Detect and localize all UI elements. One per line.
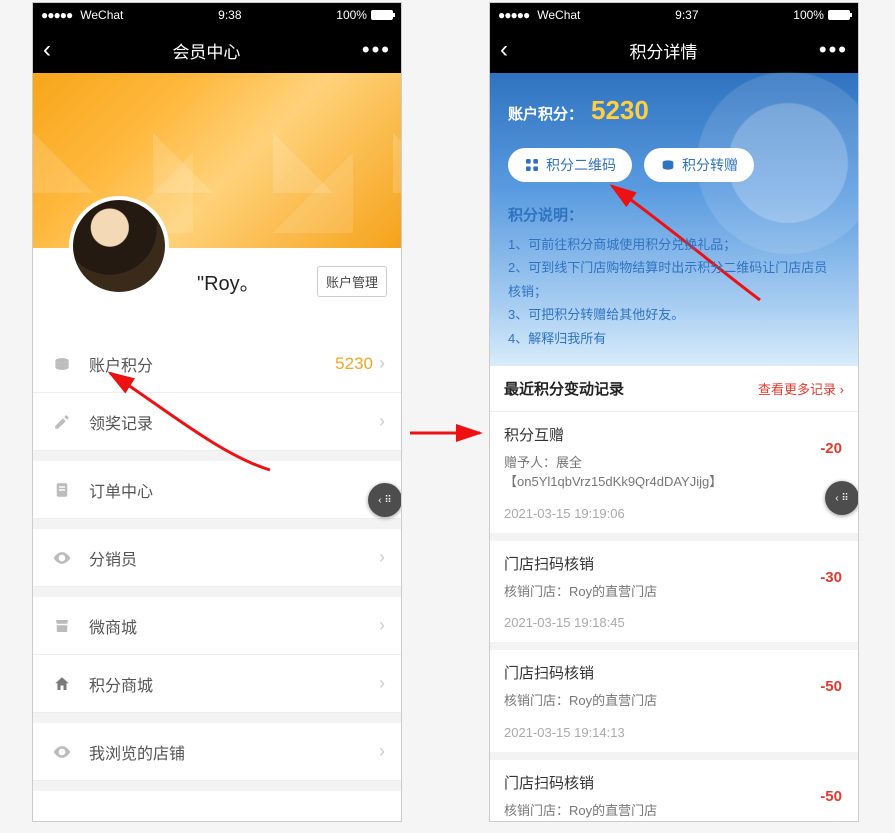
menu-label: 账户积分 (89, 352, 335, 376)
record-time: 2021-03-15 19:19:06 (504, 506, 844, 521)
avatar[interactable] (69, 196, 169, 296)
annotation-arrow (408, 423, 488, 448)
record-sub: 赠予人：展全【on5Yl1qbVrz15dKk9Qr4dDAYJijg】 (504, 453, 784, 492)
records-title: 最近积分变动记录 (504, 378, 624, 399)
record-item[interactable]: 门店扫码核销 核销门店：Roy的直营门店 2021-03-15 19:14:13… (490, 650, 858, 760)
menu-label: 积分商城 (89, 672, 379, 696)
record-title: 门店扫码核销 (504, 772, 844, 793)
back-icon[interactable]: ‹ (43, 38, 51, 62)
menu-item-awards[interactable]: 领奖记录 › (33, 393, 401, 451)
points-gift-button[interactable]: 积分转赠 (644, 148, 754, 182)
status-bar: ●●●●● WeChat 9:37 100% (490, 3, 858, 27)
records-header: 最近积分变动记录 查看更多记录 › (490, 366, 858, 412)
menu-label: 订单中心 (89, 478, 379, 502)
record-sub: 核销门店：Roy的直营门店 (504, 582, 784, 602)
record-item[interactable]: 积分互赠 赠予人：展全【on5Yl1qbVrz15dKk9Qr4dDAYJijg… (490, 412, 858, 541)
coin-icon (51, 353, 73, 375)
menu-item-orders[interactable]: 订单中心 › (33, 461, 401, 519)
signal-dots-icon: ●●●●● (498, 8, 529, 22)
points-detail-screen: ●●●●● WeChat 9:37 100% ‹ 积分详情 ••• 账户积分： … (489, 2, 859, 822)
chevron-right-icon: › (379, 547, 385, 568)
member-center-screen: ●●●●● WeChat 9:38 100% ‹ 会员中心 ••• "Roy。 … (32, 2, 402, 822)
eye-icon (51, 547, 73, 569)
carrier-label: WeChat (537, 8, 580, 22)
document-icon (51, 479, 73, 501)
coin-icon (660, 157, 676, 173)
explain-item: 2、可到线下门店购物结算时出示积分二维码让门店店员核销； (508, 256, 840, 303)
floating-apps-button[interactable]: ‹ ⠿ (368, 483, 402, 517)
points-qr-button[interactable]: 积分二维码 (508, 148, 632, 182)
menu-item-browsed-shops[interactable]: 我浏览的店铺 › (33, 723, 401, 781)
explain-list: 1、可前往积分商城使用积分兑换礼品； 2、可到线下门店购物结算时出示积分二维码让… (508, 233, 840, 350)
qr-icon (524, 157, 540, 173)
clock-label: 9:38 (218, 8, 241, 22)
eye-icon (51, 741, 73, 763)
menu-label: 分销员 (89, 546, 379, 570)
page-title: 会员中心 (172, 38, 240, 63)
hero-banner (33, 73, 401, 248)
pencil-icon (51, 411, 73, 433)
username-label: "Roy。 (197, 267, 260, 296)
menu-item-distributor[interactable]: 分销员 › (33, 529, 401, 587)
explain-item: 1、可前往积分商城使用积分兑换礼品； (508, 233, 840, 256)
record-title: 门店扫码核销 (504, 662, 844, 683)
record-amount: -30 (820, 569, 842, 586)
menu-label: 领奖记录 (89, 410, 379, 434)
record-sub: 核销门店：Roy的直营门店 (504, 691, 784, 711)
record-amount: -50 (820, 788, 842, 805)
menu-list: 账户积分 5230 › 领奖记录 › 订单中心 › 分销员 › 微商城 › (33, 335, 401, 791)
record-time: 2021-03-15 19:18:45 (504, 615, 844, 630)
points-value: 5230 (591, 95, 649, 126)
signal-dots-icon: ●●●●● (41, 8, 72, 22)
clock-label: 9:37 (675, 8, 698, 22)
page-title: 积分详情 (629, 38, 697, 63)
chevron-right-icon: › (379, 741, 385, 762)
title-bar: ‹ 会员中心 ••• (33, 27, 401, 73)
shop-icon (51, 615, 73, 637)
pill-label: 积分转赠 (682, 155, 738, 175)
record-item[interactable]: 门店扫码核销 核销门店：Roy的直营门店 -50 (490, 760, 858, 822)
more-records-link[interactable]: 查看更多记录 › (758, 379, 844, 398)
record-amount: -50 (820, 678, 842, 695)
menu-item-points-mall[interactable]: 积分商城 › (33, 655, 401, 713)
menu-label: 微商城 (89, 614, 379, 638)
menu-item-points[interactable]: 账户积分 5230 › (33, 335, 401, 393)
explain-item: 4、解释归我所有 (508, 327, 840, 350)
home-icon (51, 673, 73, 695)
menu-value: 5230 (335, 354, 373, 374)
menu-item-microshop[interactable]: 微商城 › (33, 597, 401, 655)
pill-label: 积分二维码 (546, 155, 616, 175)
status-bar: ●●●●● WeChat 9:38 100% (33, 3, 401, 27)
carrier-label: WeChat (80, 8, 123, 22)
record-item[interactable]: 门店扫码核销 核销门店：Roy的直营门店 2021-03-15 19:18:45… (490, 541, 858, 651)
battery-percent: 100% (336, 8, 367, 22)
account-manage-button[interactable]: 账户管理 (317, 266, 387, 297)
chevron-right-icon: › (379, 411, 385, 432)
chevron-right-icon: › (379, 353, 385, 374)
chevron-right-icon: › (379, 615, 385, 636)
record-title: 门店扫码核销 (504, 553, 844, 574)
menu-label: 我浏览的店铺 (89, 740, 379, 764)
battery-icon (828, 10, 850, 20)
record-time: 2021-03-15 19:14:13 (504, 725, 844, 740)
more-icon[interactable]: ••• (362, 37, 391, 63)
record-sub: 核销门店：Roy的直营门店 (504, 801, 784, 821)
record-title: 积分互赠 (504, 424, 844, 445)
floating-apps-button[interactable]: ‹ ⠿ (825, 481, 859, 515)
points-panel: 账户积分： 5230 积分二维码 积分转赠 积分说明： 1、可前往积分商城使用积… (490, 73, 858, 366)
battery-percent: 100% (793, 8, 824, 22)
back-icon[interactable]: ‹ (500, 38, 508, 62)
points-label: 账户积分： (508, 103, 583, 124)
record-amount: -20 (820, 440, 842, 457)
explain-title: 积分说明： (508, 204, 840, 225)
battery-icon (371, 10, 393, 20)
explain-item: 3、可把积分转赠给其他好友。 (508, 303, 840, 326)
chevron-right-icon: › (379, 673, 385, 694)
